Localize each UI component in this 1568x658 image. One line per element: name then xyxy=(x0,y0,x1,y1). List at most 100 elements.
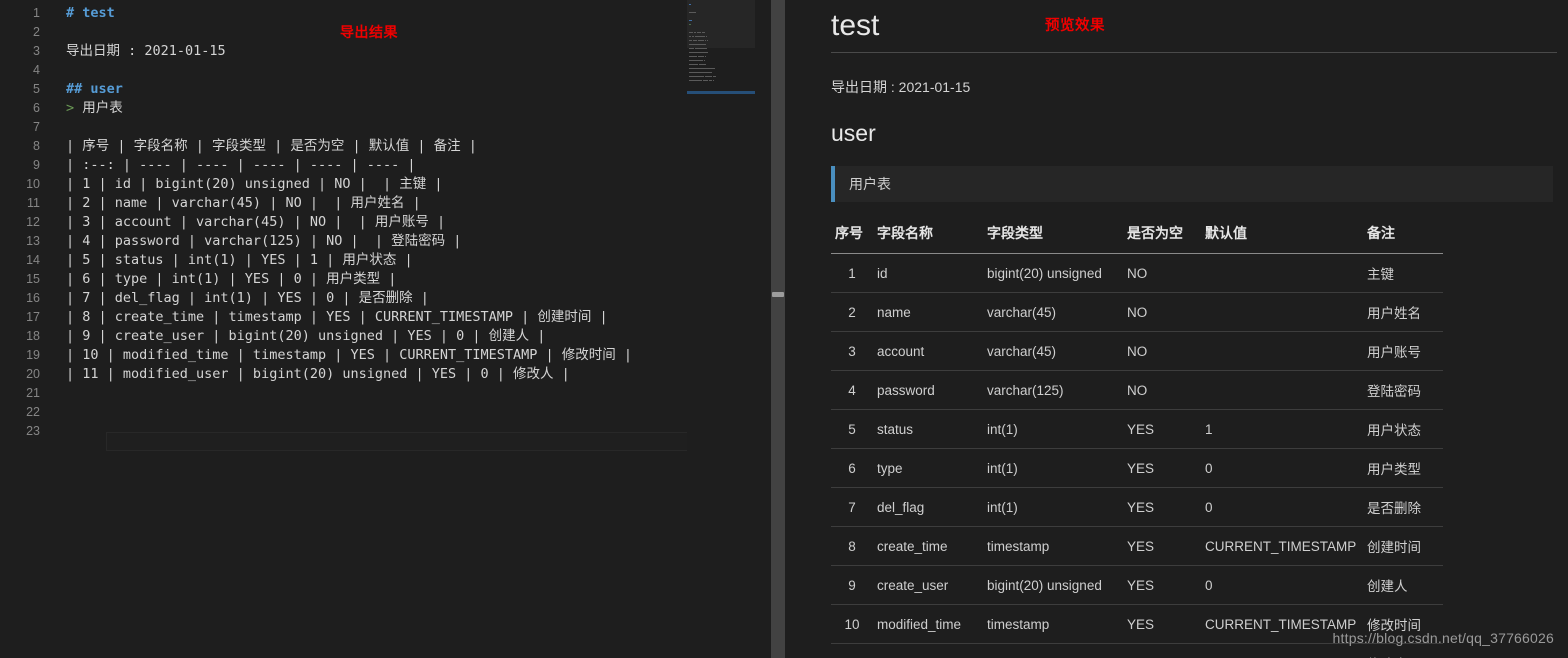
minimap-line xyxy=(689,35,753,38)
minimap-line xyxy=(689,31,753,34)
minimap-line xyxy=(689,23,753,26)
code-line[interactable]: 5 ## user xyxy=(0,80,771,99)
pane-splitter[interactable] xyxy=(771,0,785,658)
code-line[interactable]: 11 | 2 | name | varchar(45) | NO | | 用户姓名… xyxy=(0,194,771,213)
minimap-line xyxy=(689,43,753,46)
code-line[interactable]: 15 | 6 | type | int(1) | YES | 0 | 用户类型 | xyxy=(0,270,771,289)
code-line[interactable]: 14 | 5 | status | int(1) | YES | 1 | 用户状态… xyxy=(0,251,771,270)
code-line[interactable]: 18 | 9 | create_user | bigint(20) unsigne… xyxy=(0,327,771,346)
table-cell: 用户类型 xyxy=(1363,448,1443,488)
line-number: 12 xyxy=(26,215,40,229)
line-number: 2 xyxy=(33,25,40,39)
table-cell: 是否删除 xyxy=(1363,487,1443,527)
line-number: 14 xyxy=(26,253,40,267)
table-cell: 7 xyxy=(831,487,873,527)
minimap-line xyxy=(689,75,753,78)
markdown-preview-pane[interactable]: test 导出日期 : 2021-01-15 user 用户表 序号 字段名称 字段… xyxy=(785,0,1568,658)
line-number: 3 xyxy=(33,44,40,58)
table-cell xyxy=(1201,253,1363,293)
minimap-line xyxy=(689,59,753,62)
code-line[interactable]: 23 xyxy=(0,422,771,451)
code-lines-container[interactable]: 1 # test 2 3 导出日期 : 2021-01-15 4 5 ## user 6 > 用户… xyxy=(0,0,771,451)
table-row: 9 create_user bigint(20) unsigned YES 0 创建人 xyxy=(831,565,1443,605)
line-number: 21 xyxy=(26,386,40,400)
line-number: 19 xyxy=(26,348,40,362)
code-line-text: | :--: | ---- | ---- | ---- | ---- | ---… xyxy=(66,157,416,173)
table-cell xyxy=(1201,331,1363,371)
watermark-url: https://blog.csdn.net/qq_37766026 xyxy=(1332,630,1554,646)
minimap-line xyxy=(689,63,753,66)
preview-heading-user: user xyxy=(831,120,876,146)
table-cell: NO xyxy=(1123,253,1201,293)
code-line[interactable]: 12 | 3 | account | varchar(45) | NO | | 用… xyxy=(0,213,771,232)
code-line[interactable]: 16 | 7 | del_flag | int(1) | YES | 0 | 是否… xyxy=(0,289,771,308)
minimap-line xyxy=(689,67,753,70)
preview-schema-table: 序号 字段名称 字段类型 是否为空 默认值 备注 1 id bigint(20) unsign… xyxy=(831,217,1443,658)
line-number: 15 xyxy=(26,272,40,286)
line-number: 17 xyxy=(26,310,40,324)
table-cell: 2 xyxy=(831,292,873,332)
table-header-row: 序号 字段名称 字段类型 是否为空 默认值 备注 xyxy=(831,217,1443,254)
table-row: 2 name varchar(45) NO 用户姓名 xyxy=(831,292,1443,332)
table-cell: status xyxy=(873,409,983,449)
table-cell: modified_user xyxy=(873,643,983,658)
line-number: 5 xyxy=(33,82,40,96)
code-line[interactable]: 3 导出日期 : 2021-01-15 xyxy=(0,42,771,61)
line-number: 6 xyxy=(33,101,40,115)
code-line-text: | 6 | type | int(1) | YES | 0 | 用户类型 | xyxy=(66,271,397,287)
line-number: 13 xyxy=(26,234,40,248)
line-number: 23 xyxy=(26,424,40,438)
editor-vertical-scrollbar[interactable] xyxy=(755,0,771,658)
code-line-text: | 5 | status | int(1) | YES | 1 | 用户状态 | xyxy=(66,252,413,268)
table-cell: 创建时间 xyxy=(1363,526,1443,566)
code-line[interactable]: 13 | 4 | password | varchar(125) | NO | |… xyxy=(0,232,771,251)
table-cell xyxy=(1201,292,1363,332)
active-line-highlight xyxy=(106,431,723,451)
line-number: 11 xyxy=(27,196,40,210)
table-cell: YES xyxy=(1123,487,1201,527)
markdown-source-editor[interactable]: 1 # test 2 3 导出日期 : 2021-01-15 4 5 ## user 6 > 用户… xyxy=(0,0,771,658)
code-line[interactable]: 22 xyxy=(0,403,771,422)
code-line[interactable]: 21 xyxy=(0,384,771,403)
table-cell: create_time xyxy=(873,526,983,566)
table-row: 7 del_flag int(1) YES 0 是否删除 xyxy=(831,487,1443,527)
splitter-handle[interactable] xyxy=(772,292,784,297)
code-line[interactable]: 8 | 序号 | 字段名称 | 字段类型 | 是否为空 | 默认值 | 备注 | xyxy=(0,137,771,156)
table-cell: YES xyxy=(1123,448,1201,488)
table-cell: YES xyxy=(1123,409,1201,449)
table-cell: YES xyxy=(1123,604,1201,644)
editor-minimap[interactable] xyxy=(687,0,755,658)
code-line[interactable]: 4 xyxy=(0,61,771,80)
table-cell: 8 xyxy=(831,526,873,566)
table-cell: bigint(20) unsigned xyxy=(983,643,1123,658)
code-line-text: > 用户表 xyxy=(66,100,123,116)
table-cell: NO xyxy=(1123,370,1201,410)
code-line[interactable]: 10 | 1 | id | bigint(20) unsigned | NO | … xyxy=(0,175,771,194)
table-cell: int(1) xyxy=(983,409,1123,449)
table-cell: 10 xyxy=(831,604,873,644)
code-line-text: | 11 | modified_user | bigint(20) unsign… xyxy=(66,366,570,382)
table-cell: YES xyxy=(1123,643,1201,658)
line-number: 20 xyxy=(26,367,40,381)
table-cell: NO xyxy=(1123,331,1201,371)
table-cell: 1 xyxy=(1201,409,1363,449)
line-number: 9 xyxy=(33,158,40,172)
table-cell: 主键 xyxy=(1363,253,1443,293)
table-cell: 6 xyxy=(831,448,873,488)
code-line[interactable]: 7 xyxy=(0,118,771,137)
code-line[interactable]: 19 | 10 | modified_time | timestamp | YES… xyxy=(0,346,771,365)
code-line[interactable]: 20 | 11 | modified_user | bigint(20) unsi… xyxy=(0,365,771,384)
table-cell: 用户姓名 xyxy=(1363,292,1443,332)
table-cell: varchar(125) xyxy=(983,370,1123,410)
line-number: 8 xyxy=(33,139,40,153)
minimap-line xyxy=(689,19,753,22)
table-cell: CURRENT_TIMESTAMP xyxy=(1201,526,1363,566)
table-cell: modified_time xyxy=(873,604,983,644)
minimap-line xyxy=(689,27,753,30)
table-cell: YES xyxy=(1123,565,1201,605)
code-line[interactable]: 1 # test xyxy=(0,4,771,23)
code-line[interactable]: 6 > 用户表 xyxy=(0,99,771,118)
code-line[interactable]: 17 | 8 | create_time | timestamp | YES | … xyxy=(0,308,771,327)
table-cell: 创建人 xyxy=(1363,565,1443,605)
code-line[interactable]: 9 | :--: | ---- | ---- | ---- | ---- | --… xyxy=(0,156,771,175)
